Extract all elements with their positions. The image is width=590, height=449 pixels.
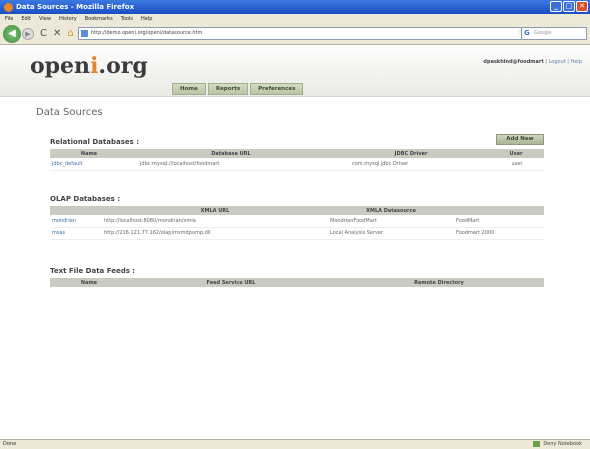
column-header: Name (50, 149, 128, 158)
logo-text-suffix: .org (98, 53, 148, 79)
relational-section-title: Relational Databases : (50, 138, 140, 146)
user-name: dpaskhind@foodmart (483, 59, 544, 65)
column-header: Feed Service URL (128, 278, 334, 287)
user-info: dpaskhind@foodmart | Logout | Help (483, 59, 582, 65)
column-header: XMLA Datasource (328, 206, 454, 215)
back-button[interactable]: ◀ (3, 24, 21, 43)
minimize-button[interactable]: _ (550, 1, 562, 12)
menu-tools[interactable]: Tools (121, 16, 133, 22)
forward-button[interactable]: ▶ (22, 27, 34, 40)
column-header: Database URL (128, 149, 334, 158)
openi-logo[interactable]: openi.org (30, 53, 148, 79)
olap-table: XMLA URL XMLA Datasource mondrian http:/… (50, 206, 544, 240)
tab-reports[interactable]: Reports (207, 83, 249, 95)
table-row: mondrian http://localhost:8080/mondrian/… (50, 215, 544, 228)
table-cell: jdbc:mysql://localhost/foodmart (128, 158, 334, 171)
status-right-text[interactable]: Deny Notebook (543, 441, 582, 447)
stop-icon[interactable]: ✕ (53, 28, 61, 39)
menu-file[interactable]: File (5, 16, 13, 22)
add-new-button[interactable]: Add New (496, 134, 544, 145)
page-favicon-icon (81, 30, 88, 37)
column-header: Remote Directory (334, 278, 544, 287)
logo-text-prefix: open (30, 53, 91, 79)
table-cell: http://localhost:8080/mondrian/xmla (102, 215, 328, 228)
google-icon: G (524, 29, 530, 37)
menu-bar: File Edit View History Bookmarks Tools H… (0, 14, 590, 23)
table-cell: FoodMart (454, 215, 544, 228)
search-input[interactable]: G Google (521, 27, 587, 40)
table-cell: com.mysql.jdbc.Driver (334, 158, 488, 171)
tab-home[interactable]: Home (172, 83, 206, 95)
help-link[interactable]: Help (571, 59, 582, 65)
maximize-button[interactable]: □ (563, 1, 575, 12)
page-content: openi.org dpaskhind@foodmart | Logout | … (0, 45, 590, 439)
textfile-section-title: Text File Data Feeds : (50, 267, 136, 275)
column-header (454, 206, 544, 215)
column-header: JDBC Driver (334, 149, 488, 158)
search-placeholder: Google (534, 30, 552, 36)
status-text: Done (3, 441, 17, 447)
table-cell: MondrianFoodMart (328, 215, 454, 228)
home-icon[interactable]: ⌂ (67, 28, 73, 39)
menu-edit[interactable]: Edit (21, 16, 31, 22)
page-title: Data Sources (36, 107, 103, 118)
table-cell: Local Analysis Server (328, 227, 454, 240)
main-tabs: Home Reports Preferences (172, 83, 304, 95)
textfile-table: Name Feed Service URL Remote Directory (50, 278, 544, 287)
logout-link[interactable]: Logout (549, 59, 566, 65)
window-controls: _ □ ✕ (550, 1, 588, 12)
notebook-icon (533, 440, 541, 447)
table-cell: Foodmart 2000 (454, 227, 544, 240)
table-cell: http://216.121.77.162/olap/msmdpump.dll (102, 227, 328, 240)
reload-icon[interactable]: C (40, 28, 47, 39)
datasource-name-link[interactable]: mondrian (50, 215, 102, 228)
status-right: Deny Notebook (533, 440, 582, 449)
column-header (50, 206, 102, 215)
olap-section-title: OLAP Databases : (50, 195, 121, 203)
relational-table: Name Database URL JDBC Driver User jdbc_… (50, 149, 544, 171)
navigation-toolbar: ◀ ▶ C ✕ ⌂ http://demo.openi.org/openi/da… (0, 23, 590, 45)
menu-history[interactable]: History (59, 16, 77, 22)
column-header: User (488, 149, 544, 158)
datasource-name-link[interactable]: jdbc_default (50, 158, 128, 171)
address-url: http://demo.openi.org/openi/datasource.h… (91, 30, 203, 36)
tab-preferences[interactable]: Preferences (250, 83, 304, 95)
window-title: Data Sources - Mozilla Firefox (16, 3, 135, 11)
datasource-name-link[interactable]: msas (50, 227, 102, 240)
close-button[interactable]: ✕ (576, 1, 588, 12)
status-bar: Done Deny Notebook (0, 439, 590, 449)
column-header: Name (50, 278, 128, 287)
site-header: openi.org dpaskhind@foodmart | Logout | … (0, 45, 590, 97)
table-cell: user (488, 158, 544, 171)
table-row: jdbc_default jdbc:mysql://localhost/food… (50, 158, 544, 171)
menu-help[interactable]: Help (141, 16, 152, 22)
menu-view[interactable]: View (39, 16, 51, 22)
firefox-icon (4, 2, 13, 12)
column-header: XMLA URL (102, 206, 328, 215)
menu-bookmarks[interactable]: Bookmarks (85, 16, 113, 22)
table-row: msas http://216.121.77.162/olap/msmdpump… (50, 227, 544, 240)
address-bar[interactable]: http://demo.openi.org/openi/datasource.h… (78, 27, 538, 40)
window-titlebar: Data Sources - Mozilla Firefox _ □ ✕ (0, 0, 590, 14)
